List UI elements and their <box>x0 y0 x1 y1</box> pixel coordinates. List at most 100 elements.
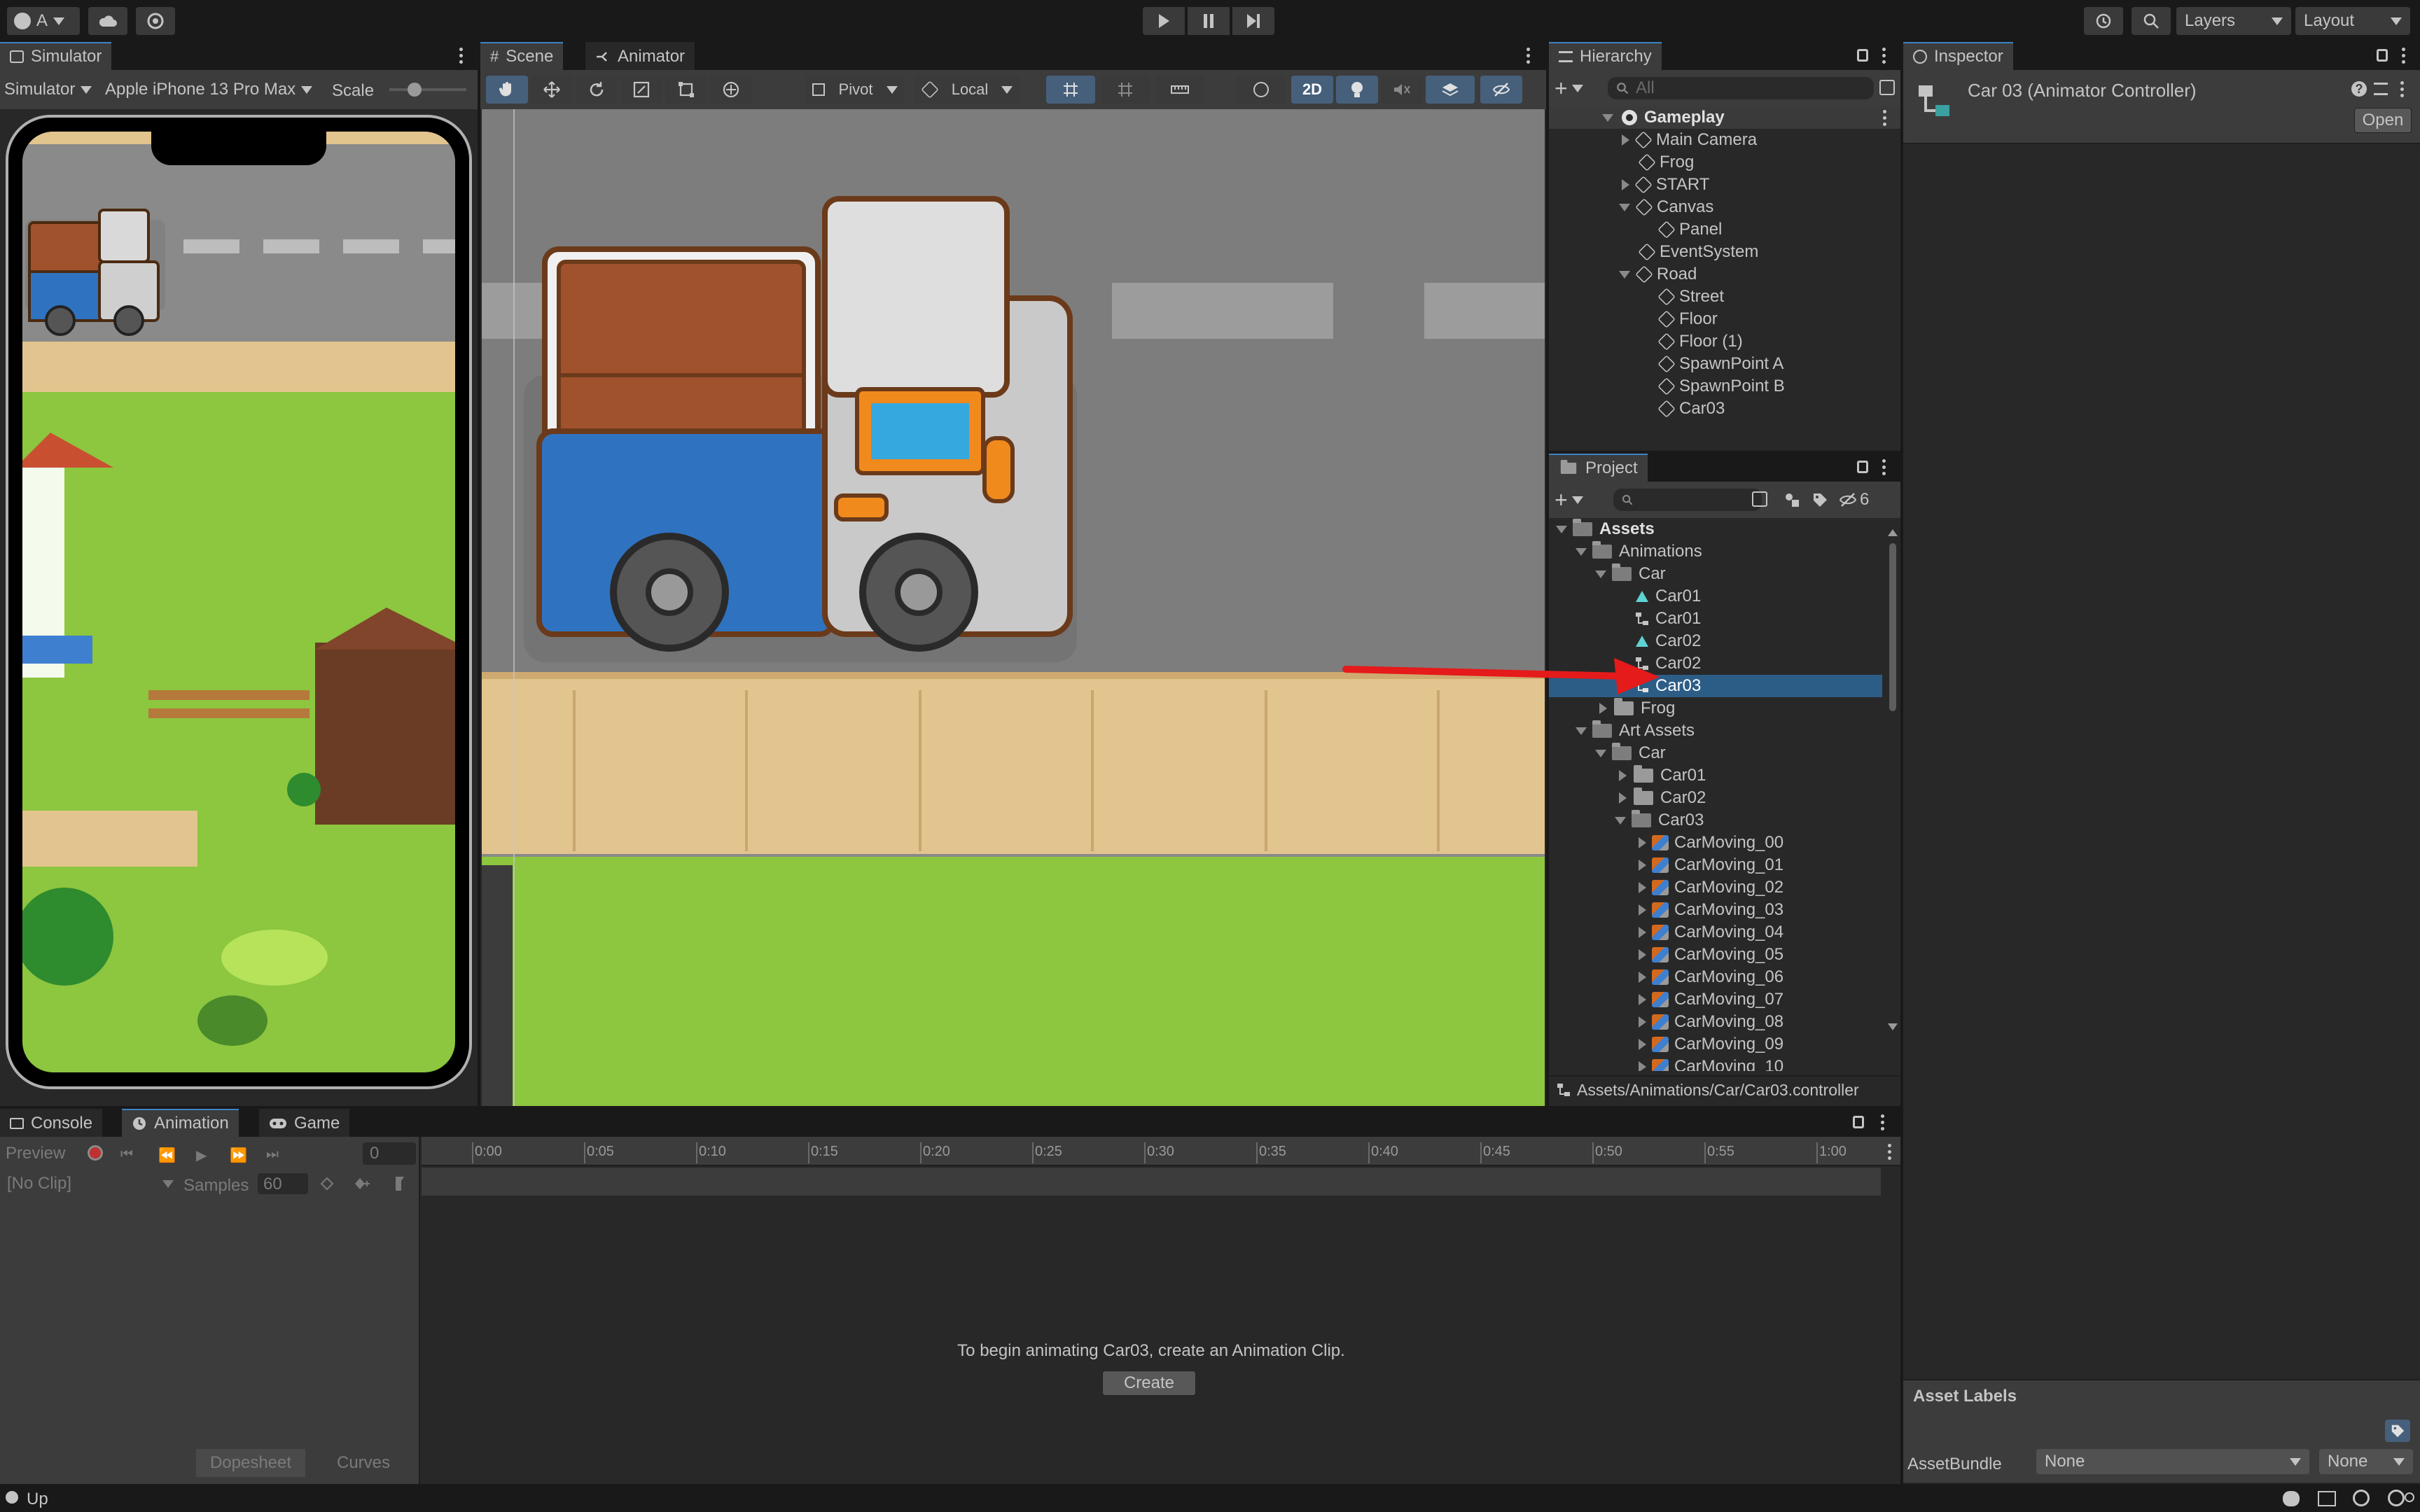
project-item-art-car03[interactable]: Car03 <box>1615 809 1704 832</box>
pause-button[interactable] <box>1188 7 1230 35</box>
tab-scene[interactable]: # Scene <box>480 42 564 70</box>
effects-dropdown[interactable] <box>1426 76 1475 104</box>
project-item-car02-clip[interactable]: Car02 <box>1634 630 1701 652</box>
lock-icon[interactable] <box>1853 1116 1864 1128</box>
scroll-down-icon[interactable] <box>1888 1023 1898 1030</box>
move-tool-button[interactable] <box>531 76 573 104</box>
timeline-ruler-menu-icon[interactable] <box>1888 1144 1891 1160</box>
last-keyframe-button[interactable]: ⏭ <box>266 1147 286 1162</box>
expand-arrow-icon[interactable] <box>1619 270 1630 279</box>
timeline-area[interactable]: 0:00 0:05 0:10 0:15 0:20 0:25 0:30 0:35 0:40 0:45… <box>422 1137 1900 1484</box>
search-by-type-button[interactable] <box>1752 491 1767 507</box>
asset-label-tag-button[interactable] <box>2385 1420 2410 1442</box>
scale-tool-button[interactable] <box>620 76 662 104</box>
add-keyframe-button[interactable] <box>317 1173 338 1194</box>
project-item-sprite[interactable]: CarMoving_03 <box>1639 899 1783 921</box>
expand-arrow-icon[interactable] <box>1619 203 1630 211</box>
hierarchy-item-eventsystem[interactable]: EventSystem <box>1638 241 1758 263</box>
hand-tool-button[interactable] <box>486 76 528 104</box>
collapsed-arrow-icon[interactable] <box>1639 1039 1646 1050</box>
hidden-objects-button[interactable] <box>1480 76 1522 104</box>
tab-simulator[interactable]: Simulator <box>0 42 112 70</box>
cloud-button[interactable] <box>88 7 127 35</box>
filter-by-type-button[interactable] <box>1780 489 1804 511</box>
header-menu-icon[interactable] <box>2400 81 2404 97</box>
progress-icon[interactable] <box>2318 1491 2336 1506</box>
project-item-art-car02[interactable]: Car02 <box>1619 787 1706 809</box>
panel-menu-icon[interactable] <box>1882 459 1886 475</box>
collapsed-arrow-icon[interactable] <box>1622 179 1629 190</box>
expand-arrow-icon[interactable] <box>1595 570 1606 578</box>
collapsed-arrow-icon[interactable] <box>1639 1061 1646 1071</box>
game-view[interactable] <box>22 132 455 1072</box>
panel-menu-icon[interactable] <box>1882 48 1886 64</box>
expand-arrow-icon[interactable] <box>1602 113 1613 122</box>
project-item-animations[interactable]: Animations <box>1576 540 1702 563</box>
step-button[interactable] <box>1232 7 1274 35</box>
collapsed-arrow-icon[interactable] <box>1639 1016 1646 1028</box>
collapsed-arrow-icon[interactable] <box>1639 837 1646 848</box>
hidden-packages-button[interactable]: 6 <box>1839 489 1869 511</box>
scene-viewport[interactable] <box>482 109 1545 1106</box>
collapsed-arrow-icon[interactable] <box>1639 972 1646 983</box>
tab-console[interactable]: Console <box>0 1109 103 1137</box>
hierarchy-item-floor[interactable]: Floor <box>1657 308 1718 330</box>
expand-arrow-icon[interactable] <box>1615 816 1626 825</box>
next-keyframe-button[interactable]: ⏩ <box>230 1147 249 1163</box>
rect-tool-button[interactable] <box>665 76 707 104</box>
scale-slider-handle[interactable] <box>408 83 422 97</box>
project-item-sprite[interactable]: CarMoving_05 <box>1639 944 1783 966</box>
project-search-input[interactable] <box>1613 489 1762 511</box>
assetbundle-dropdown[interactable]: None <box>2036 1449 2309 1474</box>
collapsed-arrow-icon[interactable] <box>1639 927 1646 938</box>
auto-generate-lighting-icon[interactable] <box>2353 1490 2370 1506</box>
hierarchy-item-street[interactable]: Street <box>1657 286 1724 308</box>
lighting-toggle-button[interactable] <box>1336 76 1378 104</box>
debug-bug-icon[interactable] <box>2283 1491 2300 1506</box>
hierarchy-item-frog[interactable]: Frog <box>1638 151 1694 174</box>
expand-arrow-icon[interactable] <box>1595 749 1606 757</box>
expand-arrow-icon[interactable] <box>1556 525 1567 533</box>
dopesheet-tab[interactable]: Dopesheet <box>196 1449 305 1477</box>
scene-row[interactable]: Gameplay <box>1549 106 1900 129</box>
account-dropdown[interactable]: A <box>7 7 80 35</box>
project-item-sprite[interactable]: CarMoving_07 <box>1639 988 1783 1011</box>
hierarchy-item-spawnpoint-b[interactable]: SpawnPoint B <box>1657 375 1785 398</box>
tab-project[interactable]: Project <box>1549 454 1648 482</box>
collapsed-arrow-icon[interactable] <box>1619 792 1627 804</box>
record-button[interactable] <box>83 1142 108 1163</box>
open-button[interactable]: Open <box>2354 108 2412 133</box>
presets-icon[interactable] <box>2374 83 2388 95</box>
hierarchy-item-start[interactable]: START <box>1622 174 1709 196</box>
tab-inspector[interactable]: Inspector <box>1903 42 2013 70</box>
project-item-sprite[interactable]: CarMoving_10 <box>1639 1056 1783 1071</box>
tab-animator[interactable]: Animator <box>585 42 695 70</box>
audio-toggle-button[interactable] <box>1381 76 1423 104</box>
search-button[interactable] <box>2132 7 2171 35</box>
project-item-sprite[interactable]: CarMoving_06 <box>1639 966 1783 988</box>
project-item-art-car[interactable]: Car <box>1595 742 1666 764</box>
grid-snap-button[interactable] <box>1046 76 1095 104</box>
curves-tab[interactable]: Curves <box>311 1449 416 1477</box>
scrollbar-thumb[interactable] <box>1889 543 1896 711</box>
panel-menu-icon[interactable] <box>2402 48 2405 64</box>
undo-history-button[interactable] <box>2084 7 2123 35</box>
lock-icon[interactable] <box>1857 461 1868 473</box>
tab-hierarchy[interactable]: Hierarchy <box>1549 42 1662 70</box>
notifications-icon[interactable] <box>2405 1492 2414 1502</box>
preview-toggle[interactable]: Preview <box>6 1144 65 1163</box>
project-item-car01-clip[interactable]: Car01 <box>1634 585 1701 608</box>
expand-arrow-icon[interactable] <box>1576 727 1587 735</box>
snap-increment-button[interactable] <box>1155 76 1204 104</box>
project-item-sprite[interactable]: CarMoving_00 <box>1639 832 1783 854</box>
prev-keyframe-button[interactable]: ⏪ <box>158 1147 178 1163</box>
expand-arrow-icon[interactable] <box>1576 547 1587 556</box>
project-item-animations-car[interactable]: Car <box>1595 563 1666 585</box>
collapsed-arrow-icon[interactable] <box>1639 949 1646 960</box>
timeline-event-lane[interactable] <box>422 1168 1881 1196</box>
hierarchy-item-car03[interactable]: Car03 <box>1657 398 1725 420</box>
collab-button[interactable] <box>136 7 175 35</box>
first-keyframe-button[interactable]: ⏮ <box>120 1147 140 1162</box>
project-item-sprite[interactable]: CarMoving_09 <box>1639 1033 1783 1056</box>
panel-menu-icon[interactable] <box>1881 1114 1884 1130</box>
